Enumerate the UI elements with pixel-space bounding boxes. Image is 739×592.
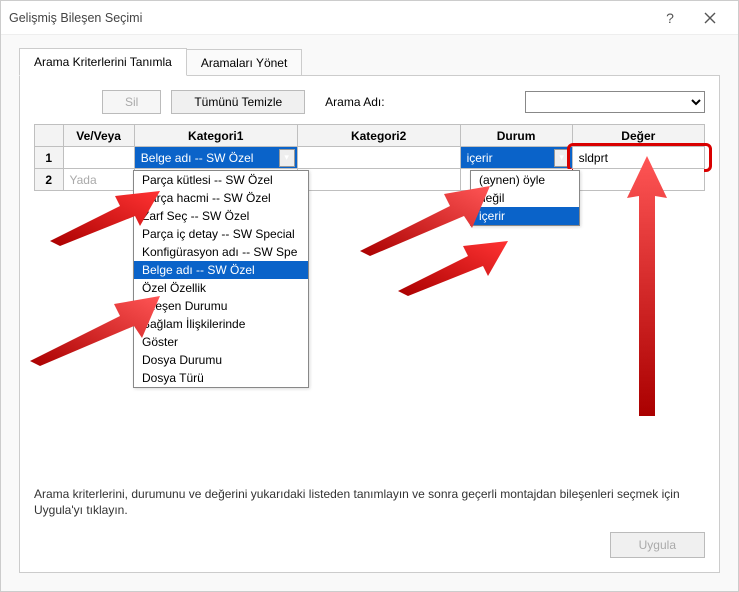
apply-button: Uygula [610, 532, 705, 558]
cell-status-value: içerir [467, 151, 493, 165]
dropdown-item[interactable]: Konfigürasyon adı -- SW Spe [134, 243, 308, 261]
delete-button: Sil [102, 90, 161, 114]
dropdown-item[interactable]: Dosya Türü [134, 369, 308, 387]
category1-dropdown[interactable]: Parça kütlesi -- SW ÖzelParça hacmi -- S… [133, 170, 309, 388]
close-button[interactable] [690, 4, 730, 32]
cell-category2[interactable] [297, 147, 460, 169]
col-header-rownum [35, 125, 64, 147]
cell-status[interactable]: içerir ▾ [460, 147, 572, 169]
clear-all-button[interactable]: Tümünü Temizle [171, 90, 305, 114]
dropdown-item[interactable]: Dosya Durumu [134, 351, 308, 369]
tab-define-criteria[interactable]: Arama Kriterlerini Tanımla [19, 48, 187, 76]
row-number: 1 [35, 147, 64, 169]
search-name-select[interactable] [525, 91, 705, 113]
dropdown-item[interactable]: değil [471, 189, 579, 207]
cell-category2[interactable] [297, 169, 460, 191]
col-header-value: Değer [572, 125, 704, 147]
table-row: 1 Belge adı -- SW Özel ▾ [35, 147, 705, 169]
cell-andor[interactable] [63, 147, 134, 169]
dropdown-item[interactable]: Zarf Seç -- SW Özel [134, 207, 308, 225]
cell-category1[interactable]: Belge adı -- SW Özel ▾ [134, 147, 297, 169]
search-name-label: Arama Adı: [325, 95, 384, 109]
dropdown-item[interactable]: Bileşen Durumu [134, 297, 308, 315]
row-number: 2 [35, 169, 64, 191]
cell-andor[interactable]: Yada [63, 169, 134, 191]
dropdown-item[interactable]: içerir [471, 207, 579, 225]
status-dropdown[interactable]: (aynen) öyledeğiliçerir [470, 170, 580, 226]
tab-manage-searches[interactable]: Aramaları Yönet [186, 49, 303, 76]
chevron-down-icon[interactable]: ▾ [554, 149, 570, 167]
help-button[interactable]: ? [650, 4, 690, 32]
value-input[interactable] [573, 147, 704, 168]
col-header-category2: Kategori2 [297, 125, 460, 147]
dropdown-item[interactable]: Belge adı -- SW Özel [134, 261, 308, 279]
dropdown-item[interactable]: Parça kütlesi -- SW Özel [134, 171, 308, 189]
col-header-category1: Kategori1 [134, 125, 297, 147]
cell-category1-value: Belge adı -- SW Özel [141, 151, 254, 165]
help-text: Arama kriterlerini, durumunu ve değerini… [34, 450, 705, 518]
window-title: Gelişmiş Bileşen Seçimi [9, 11, 650, 25]
dropdown-item[interactable]: Özel Özellik [134, 279, 308, 297]
dropdown-item[interactable]: Bağlam İlişkilerinde [134, 315, 308, 333]
chevron-down-icon[interactable]: ▾ [279, 149, 295, 167]
callout-arrow-icon [398, 236, 508, 296]
cell-value[interactable] [572, 147, 704, 169]
callout-arrow-icon [622, 156, 672, 416]
dropdown-item[interactable]: Parça iç detay -- SW Special [134, 225, 308, 243]
col-header-status: Durum [460, 125, 572, 147]
cell-value[interactable] [572, 169, 704, 191]
dropdown-item[interactable]: Göster [134, 333, 308, 351]
dropdown-item[interactable]: (aynen) öyle [471, 171, 579, 189]
col-header-andor: Ve/Veya [63, 125, 134, 147]
dropdown-item[interactable]: Parça hacmi -- SW Özel [134, 189, 308, 207]
